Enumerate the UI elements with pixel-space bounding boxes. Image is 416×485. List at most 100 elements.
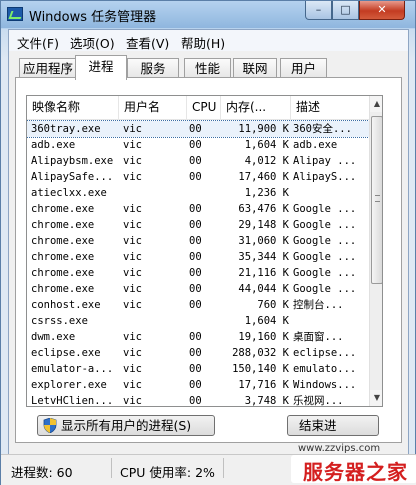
tab-processes[interactable]: 进程 (75, 55, 127, 80)
process-description: Google ... (293, 283, 357, 295)
process-name: chrome.exe (31, 219, 95, 231)
process-cpu: 00 (189, 379, 202, 391)
maximize-button[interactable]: □ (332, 1, 359, 20)
process-memory: 288,032 K (232, 347, 289, 359)
process-memory: 1,604 K (244, 315, 289, 327)
scroll-down-arrow-icon[interactable]: ▼ (370, 390, 382, 406)
process-description: emulato... (293, 363, 357, 375)
process-cpu: 00 (189, 203, 202, 215)
process-description: Windows... (293, 379, 357, 391)
menu-bar: 文件(F) 选项(O) 查看(V) 帮助(H) (9, 30, 408, 51)
table-row[interactable]: LetvHClien... vic 00 3,748 K 乐视网... (27, 393, 369, 407)
process-name: explorer.exe (31, 379, 107, 391)
column-user-name[interactable]: 用户名 (119, 96, 187, 120)
table-row[interactable]: conhost.exe vic 00 760 K 控制台... (27, 297, 369, 313)
table-row[interactable]: emulator-a... vic 00 150,140 K emulato..… (27, 361, 369, 377)
process-description: 控制台... (293, 299, 344, 311)
table-row[interactable]: Alipaybsm.exe vic 00 4,012 K Alipay ... (27, 153, 369, 169)
process-cpu: 00 (189, 123, 202, 135)
process-user: vic (123, 171, 142, 183)
scrollbar-thumb[interactable] (371, 116, 382, 284)
table-row[interactable]: 360tray.exe vic 00 11,900 K 360安全... (27, 120, 370, 138)
table-row[interactable]: chrome.exe vic 00 21,116 K Google ... (27, 265, 369, 281)
process-memory: 35,344 K (238, 251, 289, 263)
process-user: vic (123, 155, 142, 167)
table-row[interactable]: eclipse.exe vic 00 288,032 K eclipse... (27, 345, 369, 361)
column-cpu[interactable]: CPU (187, 96, 221, 120)
tab-networking[interactable]: 联网 (233, 58, 277, 78)
process-name: chrome.exe (31, 203, 95, 215)
process-name: AlipaySafe... (31, 171, 114, 183)
process-description: Google ... (293, 235, 357, 247)
process-cpu: 00 (189, 363, 202, 375)
process-memory: 1,236 K (244, 187, 289, 199)
table-row[interactable]: chrome.exe vic 00 44,044 K Google ... (27, 281, 369, 297)
process-name: chrome.exe (31, 235, 95, 247)
status-divider (111, 458, 112, 478)
table-row[interactable]: AlipaySafe... vic 00 17,460 K AlipayS... (27, 169, 369, 185)
process-cpu: 00 (189, 347, 202, 359)
process-cpu: 00 (189, 139, 202, 151)
process-memory: 760 K (257, 299, 289, 311)
process-name: LetvHClien... (31, 395, 114, 407)
process-description: adb.exe (293, 139, 338, 151)
table-row[interactable]: chrome.exe vic 00 29,148 K Google ... (27, 217, 369, 233)
vertical-scrollbar[interactable]: ▲ ▼ (369, 96, 382, 406)
watermark-brand: 服务器之家 (303, 460, 408, 484)
table-row[interactable]: atieclxx.exe 1,236 K (27, 185, 369, 201)
process-description: Alipay ... (293, 155, 357, 167)
process-name: csrss.exe (31, 315, 88, 327)
menu-help[interactable]: 帮助(H) (181, 33, 225, 52)
process-list[interactable]: △ 映像名称 用户名 CPU 内存(... 描述 360tray.exe vic… (26, 95, 383, 407)
table-row[interactable]: dwm.exe vic 00 19,160 K 桌面窗... (27, 329, 369, 345)
process-memory: 17,460 K (238, 171, 289, 183)
process-memory: 21,116 K (238, 267, 289, 279)
table-row[interactable]: csrss.exe 1,604 K (27, 313, 369, 329)
process-name: 360tray.exe (31, 123, 101, 135)
tab-performance[interactable]: 性能 (184, 58, 231, 78)
process-cpu: 00 (189, 283, 202, 295)
end-process-button[interactable]: 结束进 (287, 415, 379, 436)
process-user: vic (123, 267, 142, 279)
process-list-header: △ 映像名称 用户名 CPU 内存(... 描述 (27, 96, 369, 120)
process-cpu: 00 (189, 235, 202, 247)
process-user: vic (123, 299, 142, 311)
column-description[interactable]: 描述 (291, 96, 369, 120)
scroll-up-arrow-icon[interactable]: ▲ (370, 96, 382, 112)
process-name: chrome.exe (31, 267, 95, 279)
uac-shield-icon (43, 418, 57, 433)
column-image-name[interactable]: △ 映像名称 (27, 96, 119, 120)
tab-users[interactable]: 用户 (280, 58, 327, 78)
process-name: dwm.exe (31, 331, 76, 343)
column-memory[interactable]: 内存(... (221, 96, 291, 120)
process-user: vic (123, 395, 142, 407)
title-bar[interactable]: Windows 任务管理器 – □ ✕ (1, 1, 415, 28)
menu-options[interactable]: 选项(O) (70, 33, 115, 52)
status-divider (223, 458, 224, 478)
process-user: vic (123, 235, 142, 247)
process-user: vic (123, 363, 142, 375)
table-row[interactable]: adb.exe vic 00 1,604 K adb.exe (27, 137, 369, 153)
tab-applications[interactable]: 应用程序 (19, 58, 77, 78)
process-name: eclipse.exe (31, 347, 101, 359)
tab-services[interactable]: 服务 (127, 58, 179, 78)
show-all-users-processes-button[interactable]: 显示所有用户的进程(S) (37, 415, 215, 436)
process-count: 进程数: 60 (11, 465, 73, 480)
minimize-button[interactable]: – (305, 1, 332, 20)
process-name: chrome.exe (31, 283, 95, 295)
process-user: vic (123, 203, 142, 215)
process-name: Alipaybsm.exe (31, 155, 114, 167)
process-name: emulator-a... (31, 363, 114, 375)
process-description: eclipse... (293, 347, 357, 359)
table-row[interactable]: chrome.exe vic 00 31,060 K Google ... (27, 233, 369, 249)
watermark-url: www.zzvips.com (298, 443, 381, 454)
process-name: adb.exe (31, 139, 76, 151)
table-row[interactable]: explorer.exe vic 00 17,716 K Windows... (27, 377, 369, 393)
close-button[interactable]: ✕ (359, 1, 405, 20)
table-row[interactable]: chrome.exe vic 00 63,476 K Google ... (27, 201, 369, 217)
menu-view[interactable]: 查看(V) (126, 33, 169, 52)
table-row[interactable]: chrome.exe vic 00 35,344 K Google ... (27, 249, 369, 265)
process-user: vic (123, 139, 142, 151)
menu-file[interactable]: 文件(F) (17, 33, 59, 52)
cpu-usage: CPU 使用率: 2% (120, 465, 215, 480)
